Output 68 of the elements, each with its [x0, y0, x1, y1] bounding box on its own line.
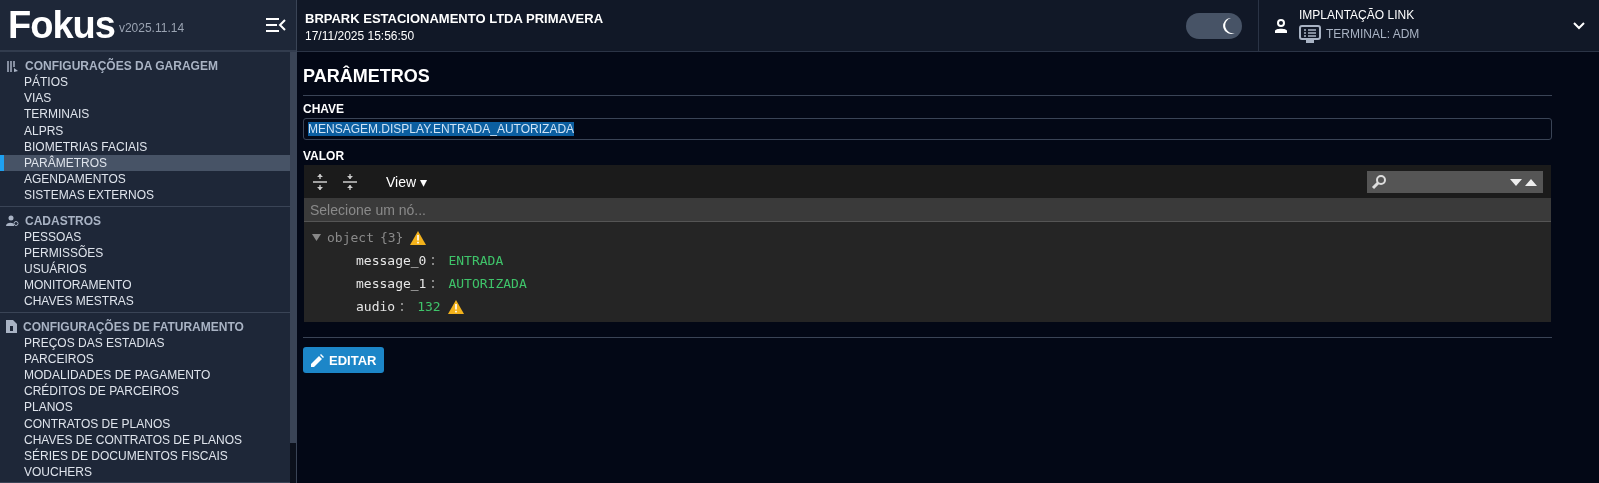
company-name: BRPARK ESTACIONAMENTO LTDA PRIMAVERA — [305, 11, 605, 26]
sidebar-item[interactable]: AGENDAMENTOS — [0, 171, 290, 188]
sidebar-item[interactable]: CHAVES DE CONTRATOS DE PLANOS — [0, 431, 290, 449]
collapse-all-icon[interactable] — [342, 172, 358, 191]
theme-toggle[interactable] — [1186, 13, 1242, 39]
colon-separator-icon — [432, 256, 435, 265]
key-field[interactable]: MENSAGEM.DISPLAY.ENTRADA_AUTORIZADA — [303, 118, 1552, 140]
sidebar-item[interactable]: TERMINAIS — [0, 106, 290, 123]
logo: Fokus — [8, 6, 115, 44]
version-label: v2025.11.14 — [118, 21, 185, 35]
warning-icon — [446, 298, 465, 315]
sidebar-item[interactable]: USUÁRIOS — [0, 261, 290, 278]
sidebar-item[interactable]: SISTEMAS EXTERNOS — [0, 187, 290, 204]
sidebar-item[interactable]: VOUCHERS — [0, 464, 290, 481]
sidebar-section-title: CONFIGURAÇÕES DA GARAGEM — [25, 59, 218, 73]
scrollbar-thumb[interactable] — [290, 443, 296, 483]
sidebar-item[interactable]: MODALIDADES DE PAGAMENTO — [0, 367, 290, 384]
sidebar-item[interactable]: PARCEIROS — [0, 350, 290, 368]
edit-button[interactable]: EDITAR — [303, 347, 385, 373]
sidebar-item[interactable]: CHAVES MESTRAS — [0, 293, 290, 310]
node-type: object — [327, 230, 374, 245]
sidebar-item[interactable]: PESSOAS — [0, 228, 290, 245]
sidebar-item[interactable]: SÉRIES DE DOCUMENTOS FISCAIS — [0, 448, 290, 465]
sidebar-item[interactable]: PERMISSÕES — [0, 244, 290, 262]
sidebar-item[interactable]: CONTRATOS DE PLANOS — [0, 415, 290, 432]
sidebar-item[interactable]: PÁTIOS — [0, 74, 290, 91]
node-search-field[interactable]: Selecione um nó... — [304, 198, 1551, 222]
sidebar-section-title: CONFIGURAÇÕES DE FATURAMENTO — [23, 319, 244, 334]
page-title: PARÂMETROS — [303, 60, 1552, 96]
sidebar-section-title: CADASTROS — [25, 213, 101, 228]
user-name: IMPLANTAÇÃO LINK — [1299, 8, 1416, 22]
field-key: message_0 — [356, 253, 427, 268]
search-icon — [1371, 173, 1387, 190]
warning-icon — [409, 229, 428, 246]
chevron-down-icon[interactable] — [1573, 21, 1585, 30]
sidebar-item[interactable]: BIOMETRIAS FACIAIS — [0, 138, 290, 155]
expand-toggle-icon[interactable] — [312, 233, 321, 242]
field-label: CHAVE — [303, 102, 346, 116]
view-menu[interactable]: View ▾ — [380, 172, 433, 191]
node-count: {3} — [379, 230, 404, 245]
sliders-icon — [6, 59, 19, 73]
menu-collapse-icon[interactable] — [266, 18, 286, 32]
moon-icon — [1220, 17, 1236, 35]
date-time: 17/11/2025 15:56:50 — [305, 29, 416, 43]
monitor-icon — [1299, 25, 1321, 43]
expand-all-icon[interactable] — [312, 172, 328, 191]
user-search-icon — [6, 214, 19, 228]
field-value: ENTRADA — [448, 253, 504, 268]
field-value: AUTORIZADA — [448, 276, 527, 291]
colon-separator-icon — [432, 279, 435, 288]
sidebar-item[interactable]: VIAS — [0, 90, 290, 107]
terminal-label: TERMINAL: ADM — [1326, 27, 1420, 41]
sidebar-item[interactable]: ALPRS — [0, 122, 290, 139]
sidebar-item[interactable]: PLANOS — [0, 399, 290, 416]
user-icon — [1273, 17, 1289, 34]
sidebar-item[interactable]: MONITORAMENTO — [0, 277, 290, 294]
sidebar-item[interactable]: PARÂMETROS — [0, 155, 290, 172]
colon-separator-icon — [401, 302, 404, 311]
pencil-icon — [311, 353, 324, 367]
sidebar-item[interactable]: PREÇOS DAS ESTADIAS — [0, 334, 290, 351]
sidebar-item[interactable]: CRÉDITOS DE PARCEIROS — [0, 383, 290, 400]
sort-arrows-icon[interactable] — [1509, 176, 1539, 187]
field-label: VALOR — [303, 149, 346, 163]
document-icon — [6, 320, 17, 334]
field-key: audio — [356, 299, 396, 314]
field-key: message_1 — [356, 276, 427, 291]
field-value: 132 — [417, 299, 441, 314]
search-field[interactable] — [1367, 170, 1543, 193]
